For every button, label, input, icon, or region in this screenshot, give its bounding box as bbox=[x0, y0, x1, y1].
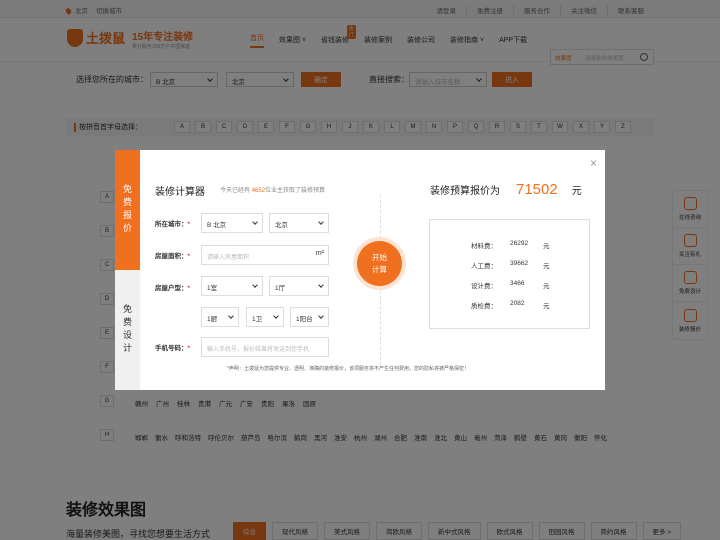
cost-unit: 元 bbox=[543, 243, 550, 250]
privacy-note: *声明：土拨鼠为您提供专业、透明、准确的装修报价，该项服务将不产生任何费用，您的… bbox=[227, 366, 469, 372]
breakdown-row: 材料费： 26292 元 bbox=[471, 240, 550, 250]
area-field-label: 房屋面积：* bbox=[155, 250, 190, 260]
result-label: 装修预算报价为 bbox=[430, 186, 500, 197]
area-placeholder: 请输入房屋面积 bbox=[207, 255, 250, 261]
result-unit: 元 bbox=[571, 186, 582, 197]
required-mark: * bbox=[187, 345, 191, 352]
breakdown-row: 质检费： 2082 元 bbox=[471, 300, 550, 310]
cost-name: 材料费： bbox=[471, 243, 497, 250]
type-label-text: 房屋户型： bbox=[155, 285, 188, 292]
owner-count: 4652 bbox=[251, 188, 266, 194]
start-calc-button[interactable]: 开始 计算 bbox=[357, 241, 402, 286]
modal-province-select[interactable]: B 北京 bbox=[201, 213, 263, 233]
area-label-text: 房屋面积： bbox=[155, 253, 188, 260]
close-icon[interactable]: × bbox=[590, 156, 597, 170]
bathroom-select[interactable]: 1卫 bbox=[246, 307, 284, 327]
breakdown-row: 人工费： 39662 元 bbox=[471, 260, 550, 270]
city-field-label: 所在城市：* bbox=[155, 218, 190, 228]
kitchen-select[interactable]: 1厨 bbox=[201, 307, 239, 327]
cost-value: 3466 bbox=[510, 280, 525, 287]
phone-label-text: 手机号码： bbox=[155, 345, 188, 352]
breakdown-row: 设计费： 3466 元 bbox=[471, 280, 550, 290]
result-summary: 装修预算报价为 71502 元 bbox=[430, 181, 582, 198]
area-input[interactable]: 请输入房屋面积 m² bbox=[201, 245, 329, 265]
result-total: 71502 bbox=[516, 181, 558, 198]
calc-label-2: 计算 bbox=[372, 264, 387, 274]
sub-suffix: 位业主获取了装修预算 bbox=[265, 188, 326, 194]
hall-select[interactable]: 1厅 bbox=[269, 276, 329, 296]
phone-field-label: 手机号码：* bbox=[155, 342, 190, 352]
modal-city-select[interactable]: 北京 bbox=[269, 213, 329, 233]
room-select[interactable]: 1室 bbox=[201, 276, 263, 296]
phone-input[interactable]: 输入手机号，报价结果将发送到您手机 bbox=[201, 337, 329, 357]
tab-free-design[interactable]: 免费设计 bbox=[115, 270, 140, 390]
tab-free-quote[interactable]: 免费报价 bbox=[115, 150, 140, 270]
calc-label-1: 开始 bbox=[372, 253, 387, 263]
required-mark: * bbox=[187, 285, 191, 292]
modal-subtitle: 今天已经有 4652位业主获取了装修预算 bbox=[220, 185, 325, 194]
required-mark: * bbox=[187, 221, 191, 228]
city-label-text: 所在城市： bbox=[155, 221, 188, 228]
cost-name: 质检费： bbox=[471, 303, 497, 310]
area-unit: m² bbox=[315, 250, 324, 257]
breakdown-box: 材料费： 26292 元 人工费： 39662 元 设计费： 3466 元 质检费： 2082… bbox=[429, 219, 590, 329]
required-mark: * bbox=[187, 253, 191, 260]
balcony-select[interactable]: 1阳台 bbox=[290, 307, 329, 327]
sub-prefix: 今天已经有 bbox=[220, 188, 251, 194]
cost-value: 26292 bbox=[510, 240, 529, 247]
cost-name: 设计费： bbox=[471, 283, 497, 290]
type-field-label: 房屋户型：* bbox=[155, 282, 190, 292]
cost-unit: 元 bbox=[543, 263, 550, 270]
cost-name: 人工费： bbox=[471, 263, 497, 270]
cost-unit: 元 bbox=[543, 283, 550, 290]
modal-title: 装修计算器 bbox=[155, 187, 205, 198]
calculator-modal: 免费报价 免费设计 × 装修计算器 今天已经有 4652位业主获取了装修预算 所… bbox=[115, 150, 605, 390]
cost-value: 39662 bbox=[510, 260, 529, 267]
cost-unit: 元 bbox=[543, 303, 550, 310]
cost-value: 2082 bbox=[510, 300, 525, 307]
